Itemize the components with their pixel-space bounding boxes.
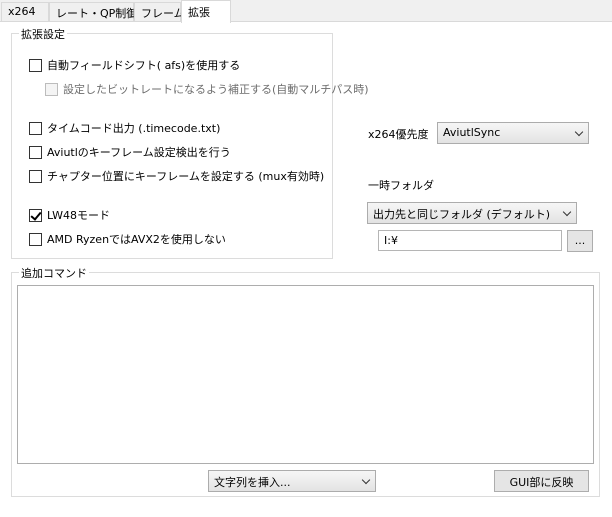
tab-label: フレーム xyxy=(141,7,185,20)
temp-folder-path: I:¥ xyxy=(384,234,398,247)
additional-command-title: 追加コマンド xyxy=(19,265,89,281)
chevron-down-icon xyxy=(361,475,371,485)
insert-string-select[interactable]: 文字列を挿入... xyxy=(208,470,376,492)
tab-label: レート・QP制御 xyxy=(56,7,138,20)
tab-x264[interactable]: x264 xyxy=(1,2,49,22)
afs-label: 自動フィールドシフト( afs)を使用する xyxy=(47,59,241,72)
x264-priority-label: x264優先度 xyxy=(368,128,429,141)
x264-priority-select[interactable]: AviutlSync xyxy=(437,122,589,144)
ryzen-avx2-checkbox[interactable]: AMD RyzenではAVX2を使用しない xyxy=(29,231,226,247)
browse-label: ... xyxy=(574,234,586,247)
tab-bar: x264 レート・QP制御 フレーム 拡張 xyxy=(0,0,612,23)
tab-frame[interactable]: フレーム xyxy=(134,2,185,22)
chevron-down-icon xyxy=(574,127,584,137)
chevron-down-icon xyxy=(562,207,572,217)
temp-folder-mode: 出力先と同じフォルダ (デフォルト) xyxy=(373,208,551,221)
checkbox-box[interactable] xyxy=(29,145,42,159)
additional-command-group: 追加コマンド 文字列を挿入... GUI部に反映 xyxy=(11,265,600,497)
lw48-label: LW48モード xyxy=(47,209,110,222)
checkbox-box[interactable] xyxy=(45,82,58,96)
keyframe-detect-checkbox[interactable]: Aviutlのキーフレーム設定検出を行う xyxy=(29,144,231,160)
lw48-checkbox[interactable]: LW48モード xyxy=(29,207,110,223)
browse-button[interactable]: ... xyxy=(567,230,593,252)
timecode-label: タイムコード出力 (.timecode.txt) xyxy=(47,122,221,135)
ext-settings-title: 拡張設定 xyxy=(19,26,67,42)
temp-folder-select[interactable]: 出力先と同じフォルダ (デフォルト) xyxy=(367,202,577,224)
extension-panel: 拡張設定 自動フィールドシフト( afs)を使用する 設定したビットレートになる… xyxy=(0,22,612,517)
checkbox-box[interactable] xyxy=(29,232,42,246)
afs-bitrate-checkbox[interactable]: 設定したビットレートになるよう補正する(自動マルチパス時) xyxy=(45,81,369,97)
keyframe-detect-label: Aviutlのキーフレーム設定検出を行う xyxy=(47,146,231,159)
chapter-keyframe-checkbox[interactable]: チャプター位置にキーフレームを設定する (mux有効時) xyxy=(29,168,324,184)
checkbox-box[interactable] xyxy=(29,121,42,135)
temp-folder-path-input[interactable]: I:¥ xyxy=(378,230,562,251)
tab-label: x264 xyxy=(8,5,36,18)
checkbox-box[interactable] xyxy=(29,58,42,72)
ext-settings-group: 拡張設定 自動フィールドシフト( afs)を使用する 設定したビットレートになる… xyxy=(11,26,369,259)
tab-extension[interactable]: 拡張 xyxy=(181,0,231,23)
tab-label: 拡張 xyxy=(188,6,210,19)
timecode-checkbox[interactable]: タイムコード出力 (.timecode.txt) xyxy=(29,120,220,136)
ryzen-avx2-label: AMD RyzenではAVX2を使用しない xyxy=(47,233,226,246)
chapter-keyframe-label: チャプター位置にキーフレームを設定する (mux有効時) xyxy=(47,170,325,183)
apply-label: GUI部に反映 xyxy=(509,476,574,489)
afs-bitrate-label: 設定したビットレートになるよう補正する(自動マルチパス時) xyxy=(63,83,369,96)
insert-string-label: 文字列を挿入... xyxy=(214,476,291,489)
afs-checkbox[interactable]: 自動フィールドシフト( afs)を使用する xyxy=(29,57,240,73)
tab-rate-qp[interactable]: レート・QP制御 xyxy=(49,2,138,22)
checkbox-box[interactable] xyxy=(29,208,42,222)
apply-to-gui-button[interactable]: GUI部に反映 xyxy=(494,470,589,492)
checkbox-box[interactable] xyxy=(29,169,42,183)
temp-folder-label: 一時フォルダ xyxy=(368,179,434,192)
x264-priority-value: AviutlSync xyxy=(443,126,501,139)
additional-command-textarea[interactable] xyxy=(17,285,594,464)
